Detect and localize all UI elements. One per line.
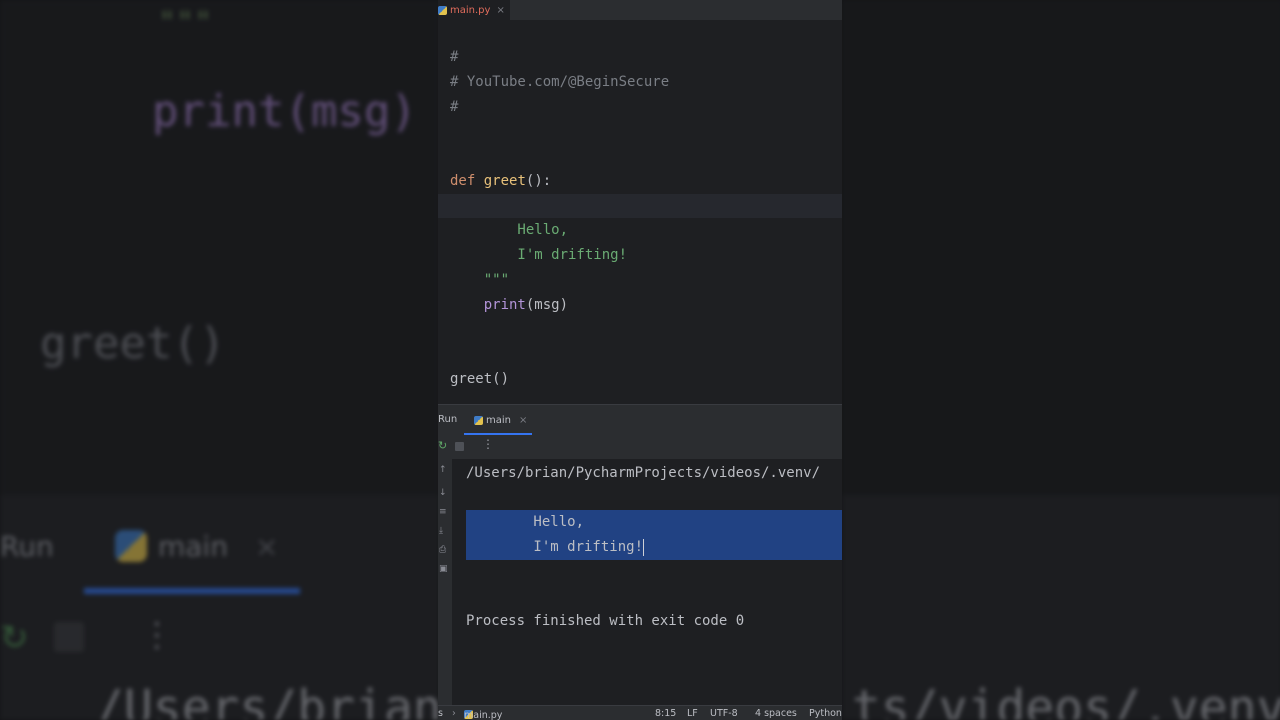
code-line-current: Hello, — [438, 194, 842, 238]
code-line: I'm drifting! — [438, 219, 842, 263]
background-right: ts/videos/.venv/ — [842, 0, 1280, 720]
run-tab-main[interactable]: main × — [474, 405, 532, 435]
code-line: # — [438, 21, 842, 65]
background-tab-label: main — [158, 530, 228, 563]
scroll-up-icon[interactable]: ↑ — [439, 465, 447, 475]
rerun-icon[interactable]: ↻ — [438, 439, 447, 452]
background-print-call: print(msg) — [152, 86, 417, 137]
code-line: # YouTube.com/@BeginSecure — [438, 46, 842, 90]
comment-text: # — [450, 99, 459, 115]
background-path-right: ts/videos/.venv/ — [852, 680, 1280, 720]
scroll-down-icon[interactable]: ↓ — [439, 488, 447, 498]
editor-tab-label: main.py — [450, 4, 491, 16]
python-file-icon — [438, 5, 447, 15]
console-output-line: I'm drifting! — [466, 535, 842, 560]
soft-wrap-icon[interactable]: ≡ — [439, 507, 447, 517]
close-run-tab-icon[interactable]: × — [519, 415, 527, 426]
console-output-line: Hello, — [466, 510, 842, 535]
python-file-icon — [474, 415, 483, 425]
background-greet-call: greet() — [40, 318, 226, 369]
breadcrumb-chevron-icon: › — [452, 708, 456, 719]
builtin-print: print — [483, 297, 526, 313]
code-editor[interactable]: # # YouTube.com/@BeginSecure # def greet… — [438, 21, 842, 403]
line-separator[interactable]: LF — [687, 708, 698, 719]
run-console[interactable]: ↑ ↓ ≡ ⤓ ⎙ ▣ /Users/brian/PycharmProjects… — [438, 459, 842, 705]
background-stop-icon — [54, 622, 84, 652]
ide-window: main.py × # # YouTube.com/@BeginSecure #… — [438, 0, 842, 720]
background-docstring-quote: """ — [158, 6, 213, 41]
code-line: """ — [438, 244, 842, 288]
code-line: msg = """ — [438, 170, 842, 214]
run-tab-label: main — [486, 414, 511, 426]
code-line: print(msg) — [438, 269, 842, 313]
background-close-icon: × — [255, 530, 279, 563]
background-python-icon — [115, 530, 147, 562]
background-rerun-icon: ↻ — [0, 618, 29, 658]
background-run-label: Run — [0, 530, 54, 563]
breadcrumb-file-label: main.py — [464, 710, 503, 720]
indent-setting[interactable]: 4 spaces — [755, 708, 797, 719]
code-line: # — [438, 71, 842, 115]
text-caret — [643, 538, 645, 556]
close-tab-icon[interactable]: × — [496, 5, 504, 16]
more-options-icon[interactable]: ⋮ — [482, 437, 494, 451]
run-toolbar: ↻ ⋮ — [438, 435, 842, 459]
call-args: (msg) — [525, 297, 569, 313]
print-icon[interactable]: ⎙ — [439, 545, 446, 555]
console-path-line: /Users/brian/PycharmProjects/videos/.ven… — [466, 465, 821, 481]
editor-tab-main-py[interactable]: main.py × — [438, 0, 510, 20]
stop-icon[interactable] — [455, 442, 464, 451]
background-more-icon: ⋮ — [140, 615, 174, 655]
code-line: greet() — [438, 343, 842, 387]
background-path-left: /Users/brian — [95, 680, 440, 720]
file-encoding[interactable]: UTF-8 — [710, 708, 738, 719]
run-panel-title[interactable]: Run — [438, 414, 457, 425]
code-line: def greet(): — [438, 145, 842, 189]
background-left: """ print(msg) greet() Run main × ↻ ⋮ /U… — [0, 0, 440, 720]
trash-icon[interactable]: ▣ — [439, 564, 448, 574]
status-bar: s › main.py 8:15 LF UTF-8 4 spaces Pytho… — [438, 705, 842, 720]
console-exit-line: Process finished with exit code 0 — [466, 613, 745, 629]
editor-tab-bar: main.py × — [438, 0, 842, 21]
scroll-to-end-icon[interactable]: ⤓ — [439, 526, 443, 536]
caret-position[interactable]: 8:15 — [655, 708, 676, 719]
console-gutter: ↑ ↓ ≡ ⤓ ⎙ ▣ — [438, 459, 452, 705]
console-output-text: I'm drifting! — [466, 539, 644, 555]
breadcrumb-prefix[interactable]: s — [438, 708, 443, 719]
python-interpreter[interactable]: Python — [809, 708, 842, 719]
run-tool-window-header: Run main × — [438, 404, 842, 435]
background-tab-underline — [84, 588, 300, 594]
plain-code: greet() — [450, 371, 510, 387]
